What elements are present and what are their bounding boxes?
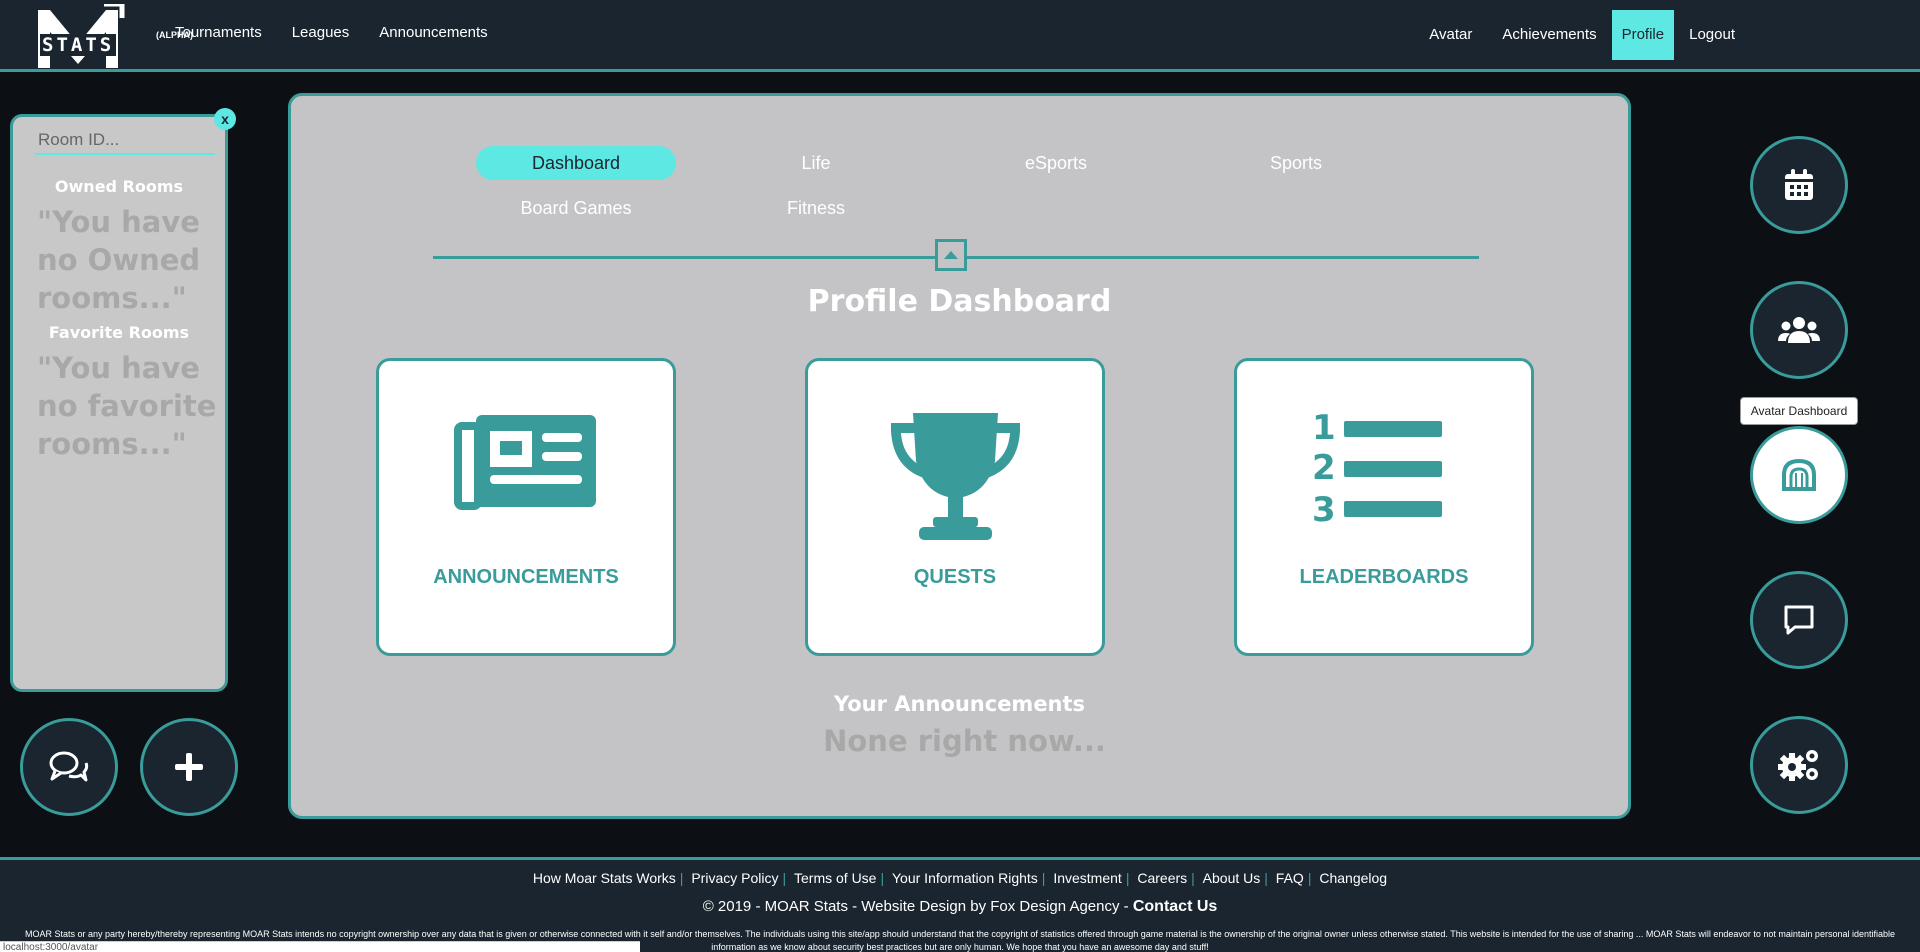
card-label-announcements: ANNOUNCEMENTS <box>433 566 619 588</box>
settings-button[interactable] <box>1750 716 1848 814</box>
card-label-quests: QUESTS <box>913 566 997 588</box>
calendar-icon <box>1785 169 1813 200</box>
nav-logout[interactable]: Logout <box>1674 10 1750 60</box>
svg-text:1: 1 <box>1312 411 1336 448</box>
card-label-leaderboards: LEADERBOARDS <box>1299 566 1469 588</box>
logo-stats-text: STATS <box>40 34 117 56</box>
calendar-button[interactable] <box>1750 136 1848 234</box>
messages-button[interactable] <box>1750 571 1848 669</box>
avatar-dashboard-tooltip: Avatar Dashboard <box>1740 397 1858 425</box>
dashboard-panel: Dashboard Life eSports Sports Board Game… <box>288 93 1631 819</box>
svg-text:3: 3 <box>1312 490 1336 529</box>
footer-link-careers[interactable]: Careers <box>1133 870 1191 886</box>
room-id-input[interactable] <box>35 127 215 155</box>
browser-status-url: localhost:3000/avatar <box>0 941 640 952</box>
nav-leagues[interactable]: Leagues <box>292 24 350 41</box>
announcements-empty: None right now... <box>823 724 1106 758</box>
tab-life[interactable]: Life <box>716 146 916 180</box>
footer-link-faq[interactable]: FAQ <box>1272 870 1308 886</box>
tab-esports[interactable]: eSports <box>956 146 1156 180</box>
avatar-dashboard-button[interactable] <box>1750 426 1848 524</box>
favorite-rooms-empty: "You have no favorite rooms..." <box>37 351 217 461</box>
groups-button[interactable] <box>1750 281 1848 379</box>
quests-card[interactable]: QUESTS <box>805 358 1105 656</box>
site-footer: How Moar Stats Works | Privacy Policy | Te… <box>0 857 1920 952</box>
announcements-card[interactable]: ANNOUNCEMENTS <box>376 358 676 656</box>
nav-announcements[interactable]: Announcements <box>379 24 487 41</box>
contact-us-link[interactable]: Contact Us <box>1133 898 1217 915</box>
nav-avatar[interactable]: Avatar <box>1414 10 1487 60</box>
tab-sports[interactable]: Sports <box>1196 146 1396 180</box>
tab-dashboard[interactable]: Dashboard <box>476 146 676 180</box>
footer-link-how-it-works[interactable]: How Moar Stats Works <box>529 870 680 886</box>
footer-link-terms[interactable]: Terms of Use <box>790 870 880 886</box>
collapse-tabs-button[interactable] <box>935 239 967 271</box>
plus-icon <box>175 753 203 781</box>
footer-link-about[interactable]: About Us <box>1199 870 1265 886</box>
newspaper-icon <box>454 415 596 510</box>
page-title: Profile Dashboard <box>807 284 1112 319</box>
tab-board-games[interactable]: Board Games <box>476 191 676 225</box>
nav-tournaments[interactable]: Tournaments <box>175 24 262 41</box>
leaderboards-card[interactable]: 1 2 3 LEADERBOARDS <box>1234 358 1534 656</box>
settings-icon <box>1778 750 1818 781</box>
footer-copyright-line: © 2019 - MOAR Stats - Website Design by … <box>702 898 1218 915</box>
tab-fitness[interactable]: Fitness <box>716 191 916 225</box>
trophy-icon <box>891 413 1020 540</box>
primary-nav: Tournaments Leagues Announcements <box>175 0 488 64</box>
footer-links: How Moar Stats Works | Privacy Policy | Te… <box>0 870 1920 886</box>
ranked-list-icon: 1 2 3 <box>1312 411 1442 529</box>
design-by-text: Website Design by <box>861 898 991 915</box>
rooms-panel: Owned Rooms "You have no Owned rooms..."… <box>10 114 228 692</box>
owned-rooms-heading: Owned Rooms <box>54 177 184 196</box>
avatar-dashboard-icon <box>1782 459 1816 491</box>
moar-stats-logo[interactable]: STATS (ALPHA) <box>38 1 193 68</box>
footer-link-privacy[interactable]: Privacy Policy <box>687 870 782 886</box>
close-rooms-button[interactable]: x <box>214 108 236 130</box>
footer-link-changelog[interactable]: Changelog <box>1315 870 1391 886</box>
add-room-button[interactable] <box>140 718 238 816</box>
nav-achievements[interactable]: Achievements <box>1487 10 1611 60</box>
favorite-rooms-heading: Favorite Rooms <box>48 323 190 342</box>
copyright-text: © 2019 - MOAR Stats - <box>702 898 862 915</box>
nav-profile[interactable]: Profile <box>1611 10 1675 60</box>
footer-link-investment[interactable]: Investment <box>1049 870 1125 886</box>
comments-icon <box>49 751 89 782</box>
owned-rooms-empty: "You have no Owned rooms..." <box>37 205 201 315</box>
chat-rooms-button[interactable] <box>20 718 118 816</box>
chat-icon <box>1784 605 1814 635</box>
announcements-heading: Your Announcements <box>833 692 1086 716</box>
design-agency-link[interactable]: Fox Design Agency <box>990 898 1119 915</box>
account-nav: Avatar Achievements Profile Logout <box>1414 0 1920 64</box>
svg-text:2: 2 <box>1312 448 1336 488</box>
caret-up-icon <box>944 251 958 259</box>
footer-link-info-rights[interactable]: Your Information Rights <box>888 870 1042 886</box>
users-icon <box>1778 317 1820 343</box>
top-navbar: STATS (ALPHA) Tournaments Leagues Announ… <box>0 0 1920 72</box>
